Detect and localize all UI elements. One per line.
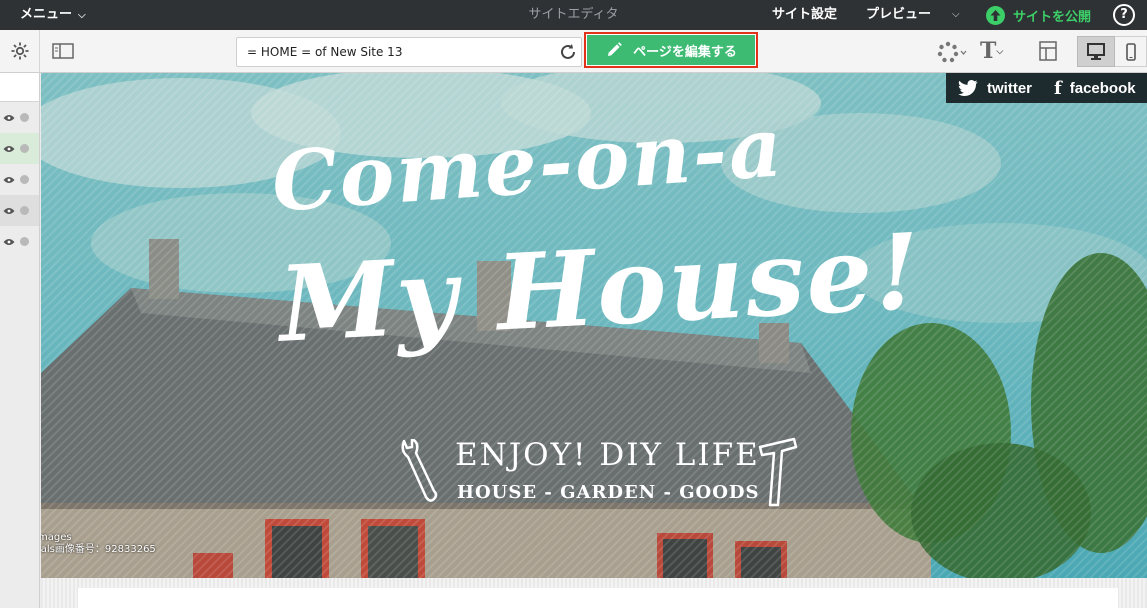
edit-page-label: ページを編集する <box>633 44 737 60</box>
twitter-link[interactable]: twitter <box>958 80 1032 97</box>
layer-row[interactable] <box>0 195 39 226</box>
desktop-icon <box>1087 43 1105 60</box>
wrench-icon <box>401 439 438 502</box>
chevron-down-icon: ⌵ <box>78 10 86 21</box>
layer-status-dot <box>20 206 29 215</box>
layer-row[interactable] <box>0 133 39 164</box>
layer-status-dot <box>20 175 29 184</box>
facebook-icon: f <box>1054 77 1062 99</box>
layout-icon[interactable] <box>1039 41 1057 61</box>
chevron-down-icon[interactable]: ⌵ <box>952 0 960 30</box>
desktop-view-button[interactable] <box>1077 36 1115 67</box>
twitter-icon <box>958 80 978 96</box>
eye-icon[interactable] <box>3 176 15 184</box>
layer-row[interactable] <box>0 102 39 133</box>
publish-label: サイトを公開 <box>1013 9 1092 25</box>
menu-button[interactable]: メニュー ⌵ <box>20 0 86 30</box>
facebook-link[interactable]: f facebook <box>1054 78 1136 99</box>
hero-section[interactable]: twitter f facebook Come-on-a My House! E… <box>41 73 1147 578</box>
top-bar: メニュー ⌵ サイトエディタ サイト設定 プレビュー ⌵ サイトを公開 ? <box>0 0 1147 30</box>
upload-icon <box>986 5 1005 25</box>
eye-icon[interactable] <box>3 145 15 153</box>
eye-icon[interactable] <box>3 114 15 122</box>
layer-panel <box>0 73 40 608</box>
tagline-sub: HOUSE - GARDEN - GOODS <box>457 482 760 503</box>
theme-icon[interactable] <box>937 41 967 63</box>
hammer-icon <box>758 437 798 507</box>
chevron-down-icon: ⌵ <box>996 47 1004 57</box>
device-switcher <box>1077 36 1147 67</box>
font-icon[interactable]: T⌵ <box>980 36 1014 66</box>
twitter-label: twitter <box>987 79 1032 97</box>
gear-icon <box>11 42 28 60</box>
edit-page-button[interactable]: ページを編集する <box>584 32 758 68</box>
eye-icon[interactable] <box>3 207 15 215</box>
image-credit: mages ials画像番号：92833265 <box>41 532 156 556</box>
preview-button[interactable]: プレビュー <box>866 0 931 30</box>
layer-status-dot <box>20 144 29 153</box>
social-bar: twitter f facebook <box>946 73 1147 103</box>
image-credit-line2: ials画像番号：92833265 <box>41 544 156 555</box>
page-selector-input[interactable]: = HOME = of New Site 13 <box>236 37 582 67</box>
help-icon[interactable]: ? <box>1113 4 1135 26</box>
settings-button[interactable] <box>0 30 40 72</box>
content-area <box>41 578 1147 608</box>
layer-panel-header <box>0 73 39 102</box>
image-credit-line1: mages <box>41 532 72 543</box>
layer-row[interactable] <box>0 226 39 257</box>
content-sheet[interactable] <box>78 588 1118 608</box>
menu-label: メニュー <box>20 7 73 22</box>
sidebar-toggle-icon[interactable] <box>52 43 74 59</box>
facebook-label: facebook <box>1069 79 1136 97</box>
font-label: T <box>980 38 997 64</box>
mobile-view-button[interactable] <box>1115 36 1147 67</box>
layer-row[interactable] <box>0 164 39 195</box>
publish-button[interactable]: サイトを公開 <box>986 0 1091 30</box>
pencil-icon <box>608 42 622 56</box>
site-settings-button[interactable]: サイト設定 <box>772 0 837 30</box>
editor-title: サイトエディタ <box>528 7 619 22</box>
tagline-main: ENJOY! DIY LIFE <box>455 437 760 473</box>
eye-icon[interactable] <box>3 238 15 246</box>
mobile-icon <box>1125 42 1136 61</box>
layer-status-dot <box>20 113 29 122</box>
page-canvas: twitter f facebook Come-on-a My House! E… <box>41 73 1147 608</box>
toolbar: = HOME = of New Site 13 ページを編集する T⌵ <box>0 30 1147 73</box>
reload-icon[interactable] <box>557 41 579 63</box>
layer-status-dot <box>20 237 29 246</box>
